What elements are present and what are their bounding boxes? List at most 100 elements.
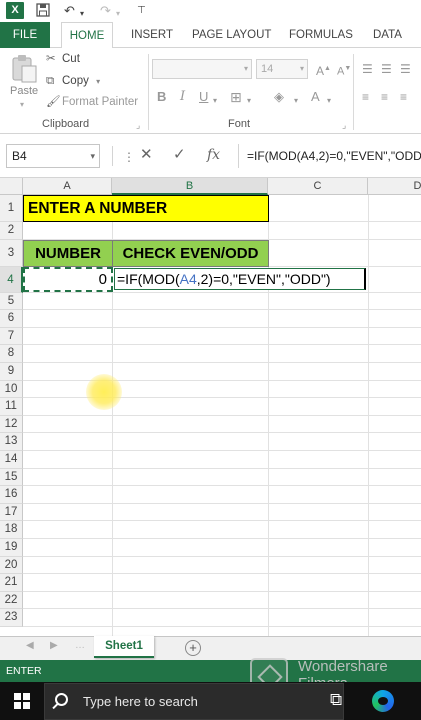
clipboard-launcher-icon[interactable]: ⌟ <box>136 120 140 131</box>
undo-dropdown-icon[interactable]: ▾ <box>80 6 84 22</box>
row-gridline <box>23 309 421 311</box>
column-header-b[interactable]: B <box>112 178 268 195</box>
tab-file[interactable]: FILE <box>0 22 50 48</box>
task-view-icon[interactable]: ⧉ <box>330 690 342 710</box>
paste-button-label[interactable]: Paste <box>10 85 38 97</box>
tab-data[interactable]: DATA <box>373 22 402 48</box>
align-left-icon[interactable]: ≡ <box>362 89 369 105</box>
cell-a4-reference[interactable]: 0 <box>23 267 113 292</box>
sheet-dots-icon: … <box>75 640 85 651</box>
row-header[interactable]: 14 <box>0 451 23 469</box>
row-header[interactable]: 16 <box>0 486 23 504</box>
row-header[interactable]: 3 <box>0 239 23 267</box>
row-header[interactable]: 15 <box>0 468 23 487</box>
grow-font-icon[interactable]: A▲ <box>316 61 331 79</box>
formula-cell-reference: A4 <box>179 271 197 287</box>
font-size-box[interactable]: 14 ▾ <box>256 59 308 79</box>
undo-icon[interactable]: ↶ <box>64 3 75 19</box>
cell-b3-check-header[interactable]: CHECK EVEN/ODD <box>112 240 269 267</box>
tab-insert[interactable]: INSERT <box>131 22 173 48</box>
row-header[interactable]: 2 <box>0 222 23 240</box>
row-header[interactable]: 6 <box>0 310 23 328</box>
row-header[interactable]: 9 <box>0 363 23 381</box>
font-color-button[interactable]: A <box>311 89 320 105</box>
fill-color-dropdown-icon[interactable]: ▾ <box>294 93 298 109</box>
underline-dropdown-icon[interactable]: ▾ <box>213 93 217 109</box>
cell-b4-editor[interactable]: =IF(MOD(A4,2)=0,"EVEN","ODD") <box>114 268 366 290</box>
tab-page-layout[interactable]: PAGE LAYOUT <box>192 22 271 48</box>
row-header[interactable]: 1 <box>0 195 23 222</box>
name-box[interactable]: B4 ▾ <box>6 144 100 168</box>
format-painter-button[interactable]: 🖌Format Painter <box>46 93 138 111</box>
paste-dropdown-icon[interactable]: ▾ <box>20 100 24 109</box>
redo-dropdown-icon[interactable]: ▾ <box>116 6 120 22</box>
column-header-c[interactable]: C <box>268 178 368 195</box>
row-header[interactable]: 10 <box>0 380 23 399</box>
column-header-a[interactable]: A <box>23 178 112 195</box>
row-header[interactable]: 8 <box>0 345 23 363</box>
align-middle-icon[interactable]: ☰ <box>381 61 392 77</box>
add-sheet-button[interactable]: + <box>185 640 201 656</box>
insert-function-button[interactable]: fx <box>207 145 220 165</box>
row-header[interactable]: 19 <box>0 539 23 557</box>
align-bottom-icon[interactable]: ☰ <box>400 61 411 77</box>
row-header[interactable]: 4 <box>0 266 23 293</box>
align-top-icon[interactable]: ☰ <box>362 61 373 77</box>
tab-home[interactable]: HOME <box>61 22 113 49</box>
taskbar-search-box[interactable]: Type here to search <box>44 683 344 720</box>
borders-icon[interactable]: ⊞ <box>230 89 242 105</box>
paste-icon[interactable] <box>10 54 38 84</box>
row-gridline <box>23 362 421 363</box>
font-name-box[interactable]: ▾ <box>152 59 252 79</box>
cell-a1-title[interactable]: ENTER A NUMBER <box>23 195 269 222</box>
sheet-tab-sheet1[interactable]: Sheet1 <box>94 636 154 658</box>
bold-button[interactable]: B <box>157 89 166 105</box>
cancel-entry-button[interactable]: ✕ <box>140 145 153 165</box>
redo-icon[interactable]: ↷ <box>100 3 111 19</box>
italic-button[interactable]: I <box>180 89 185 105</box>
row-gridline <box>23 626 421 627</box>
cut-button[interactable]: ✂ Cut <box>46 50 80 68</box>
align-center-icon[interactable]: ≡ <box>381 89 388 105</box>
row-header[interactable]: 17 <box>0 503 23 522</box>
customize-qat-icon[interactable]: ⊤ <box>137 3 146 19</box>
copy-button[interactable]: ⧉ Copy ▾ <box>46 72 100 90</box>
windows-start-icon[interactable] <box>14 693 30 709</box>
row-header[interactable]: 13 <box>0 433 23 451</box>
confirm-entry-button[interactable]: ✓ <box>173 145 186 165</box>
row-gridline <box>23 432 421 434</box>
font-launcher-icon[interactable]: ⌟ <box>342 120 346 131</box>
row-header[interactable]: 7 <box>0 327 23 346</box>
row-header[interactable]: 22 <box>0 591 23 610</box>
column-header-d[interactable]: D <box>368 178 421 195</box>
row-header[interactable]: 20 <box>0 556 23 575</box>
select-all-corner[interactable] <box>0 178 23 195</box>
cell-a3-number-header[interactable]: NUMBER <box>23 240 113 267</box>
row-header[interactable]: 21 <box>0 574 23 592</box>
save-icon[interactable] <box>36 3 50 17</box>
underline-button[interactable]: U <box>199 89 208 105</box>
row-header[interactable]: 23 <box>0 609 23 627</box>
align-right-icon[interactable]: ≡ <box>400 89 407 105</box>
prev-sheet-icon[interactable]: ◀ <box>26 640 34 651</box>
formula-input[interactable]: =IF(MOD(A4,2)=0,"EVEN","ODD") <box>238 144 421 168</box>
row-header[interactable]: 12 <box>0 415 23 434</box>
row-gridline <box>23 573 421 575</box>
row-header[interactable]: 11 <box>0 398 23 416</box>
tab-formulas[interactable]: FORMULAS <box>289 22 353 48</box>
formula-bar: B4 ▾ ⋮ ✕ ✓ fx =IF(MOD(A4,2)=0,"EVEN","OD… <box>0 134 421 178</box>
font-size-value: 14 <box>261 63 274 75</box>
fill-color-icon[interactable]: ◈ <box>274 89 284 105</box>
formula-part-end: ,2)=0,"EVEN","ODD") <box>196 271 331 287</box>
scissors-icon: ✂ <box>46 53 56 65</box>
name-box-value: B4 <box>12 149 27 163</box>
row-gridline <box>23 485 421 487</box>
row-header[interactable]: 18 <box>0 521 23 539</box>
row-header[interactable]: 5 <box>0 292 23 311</box>
shrink-font-icon[interactable]: A▼ <box>337 61 351 80</box>
edge-browser-icon[interactable] <box>372 690 394 712</box>
borders-dropdown-icon[interactable]: ▾ <box>247 93 251 109</box>
font-color-dropdown-icon[interactable]: ▾ <box>327 93 331 109</box>
worksheet-grid[interactable]: A B C D 1 2 3 4 5 6 7 8 9 10 11 12 13 14 15 16 17 18 19 20 2… <box>0 178 421 636</box>
next-sheet-icon[interactable]: ▶ <box>50 640 58 651</box>
